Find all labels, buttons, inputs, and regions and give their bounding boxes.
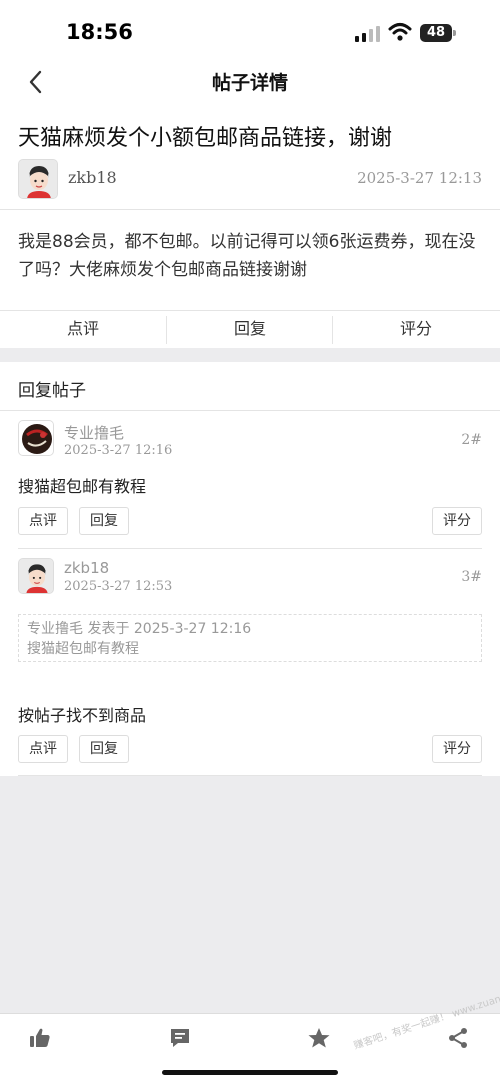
reply-time: 2025-3-27 12:16 <box>64 443 173 458</box>
thumbs-up-icon[interactable] <box>28 1026 52 1050</box>
comment-icon[interactable] <box>168 1026 192 1050</box>
status-time: 18:56 <box>66 20 133 44</box>
reply-floor: 2# <box>461 432 482 448</box>
avatar[interactable] <box>18 420 54 456</box>
avatar[interactable] <box>18 159 58 199</box>
avatar-icon <box>19 559 53 593</box>
quote-block: 专业撸毛 发表于 2025-3-27 12:16 搜猫超包邮有教程 <box>18 614 482 662</box>
reply-author[interactable]: zkb18 <box>64 559 109 577</box>
post-body: 我是88会员，都不包邮。以前记得可以领6张运费券，现在没了吗？大佬麻烦发个包邮商… <box>18 232 476 280</box>
rate-button[interactable]: 评分 <box>333 311 499 349</box>
divider <box>0 410 500 411</box>
battery-level: 48 <box>426 25 446 40</box>
reply-text: 搜猫超包邮有教程 <box>18 477 147 496</box>
rate-button[interactable]: 评分 <box>432 507 482 535</box>
avatar[interactable] <box>18 558 54 594</box>
reply-button[interactable]: 回复 <box>79 507 129 535</box>
comment-button[interactable]: 点评 <box>18 735 68 763</box>
wifi-icon <box>388 23 412 41</box>
replies-section: 回复帖子 专业撸毛 2025-3-27 12:16 2# 搜猫超包邮有教程 点评… <box>0 362 500 776</box>
avatar-icon <box>19 421 53 455</box>
signal-icon <box>355 26 380 42</box>
battery-indicator: 48 <box>420 24 456 42</box>
status-bar: 18:56 48 <box>0 0 500 62</box>
comment-button[interactable]: 点评 <box>0 311 166 349</box>
post-time: 2025-3-27 12:13 <box>357 169 482 187</box>
replies-title: 回复帖子 <box>18 381 86 401</box>
reply-button[interactable]: 回复 <box>167 311 333 349</box>
quote-text: 搜猫超包邮有教程 <box>27 641 139 657</box>
divider <box>18 775 482 776</box>
rate-button[interactable]: 评分 <box>432 735 482 763</box>
author-name[interactable]: zkb18 <box>68 168 117 187</box>
share-icon[interactable] <box>446 1026 470 1050</box>
quote-header: 专业撸毛 发表于 2025-3-27 12:16 <box>27 621 252 637</box>
page-title: 帖子详情 <box>211 72 288 94</box>
reply-time: 2025-3-27 12:53 <box>64 579 173 594</box>
post-title: 天猫麻烦发个小额包邮商品链接，谢谢 <box>18 126 393 151</box>
home-indicator <box>162 1070 338 1075</box>
reply-text: 按帖子找不到商品 <box>18 706 147 725</box>
avatar-icon <box>19 160 57 198</box>
comment-button[interactable]: 点评 <box>18 507 68 535</box>
reply-floor: 3# <box>461 569 482 585</box>
nav-bar: 帖子详情 <box>0 62 500 102</box>
reply-author[interactable]: 专业撸毛 <box>64 422 124 443</box>
reply-button[interactable]: 回复 <box>79 735 129 763</box>
divider <box>18 548 482 549</box>
divider <box>0 209 500 210</box>
post-action-bar: 点评 回复 评分 <box>0 310 500 348</box>
star-icon[interactable] <box>307 1026 331 1050</box>
